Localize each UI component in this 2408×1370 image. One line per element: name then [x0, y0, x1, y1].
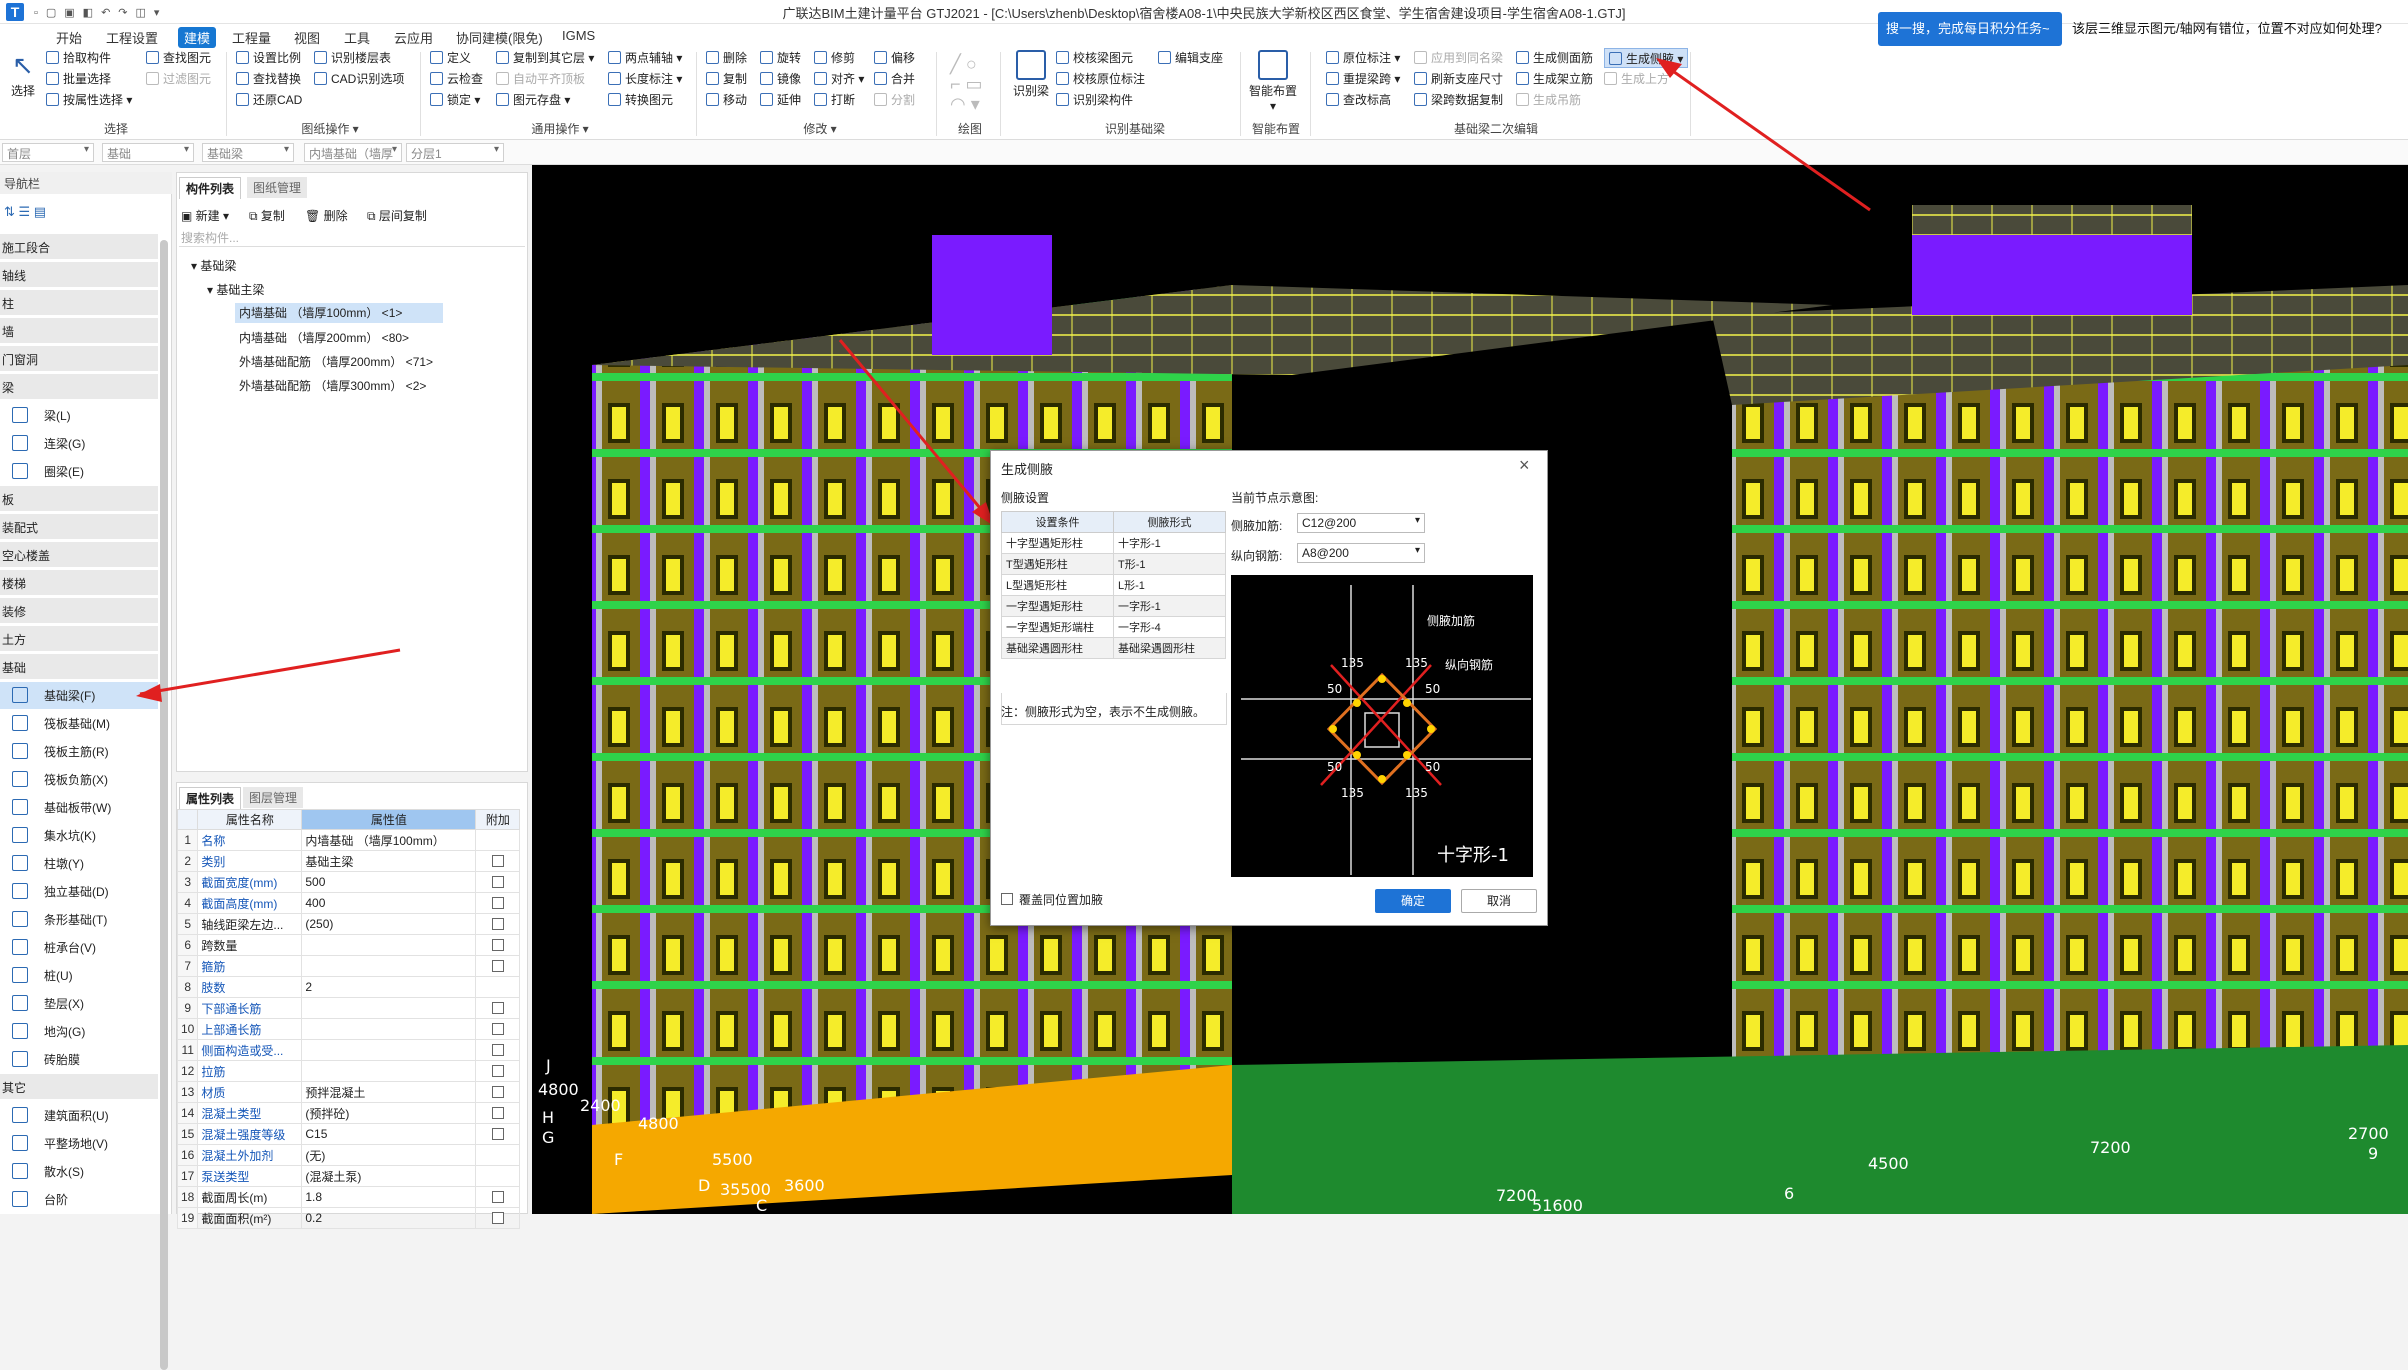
- diagram-label: 50: [1327, 682, 1342, 696]
- col-condition: 设置条件: [1001, 511, 1114, 533]
- diagram-label: 纵向钢筋: [1445, 657, 1493, 672]
- preview-label: 当前节点示意图:: [1231, 491, 1319, 505]
- col-haunch-form: 侧腋形式: [1113, 511, 1226, 533]
- overwrite-checkbox[interactable]: [1001, 893, 1013, 905]
- table-row[interactable]: 一字型遇矩形端柱 一字形-4: [1001, 616, 1226, 638]
- cancel-button[interactable]: 取消: [1461, 889, 1537, 913]
- note-text: 注：侧腋形式为空，表示不生成侧腋。: [1001, 705, 1206, 719]
- rebar2-label: 纵向钢筋:: [1231, 549, 1283, 563]
- diagram-label: 135: [1341, 786, 1364, 800]
- diagram-label: 50: [1425, 760, 1440, 774]
- diagram-label: 侧腋加筋: [1427, 613, 1475, 628]
- haunch-rebar-select[interactable]: C12@200: [1297, 513, 1425, 533]
- table-row[interactable]: T型遇矩形柱 T形-1: [1001, 553, 1226, 575]
- dialog-title: 生成侧腋: [1001, 462, 1054, 477]
- ok-button[interactable]: 确定: [1375, 889, 1451, 913]
- rebar1-label: 侧腋加筋:: [1231, 519, 1283, 533]
- table-row[interactable]: 十字型遇矩形柱 十字形-1: [1001, 532, 1226, 554]
- overwrite-label: 覆盖同位置加腋: [1019, 893, 1104, 907]
- generate-haunch-dialog: 生成侧腋 × 侧腋设置 设置条件 侧腋形式 十字型遇矩形柱 十字形-1 T型遇矩形柱…: [990, 450, 1548, 926]
- section-label: 侧腋设置: [1001, 491, 1050, 505]
- close-icon[interactable]: ×: [1519, 455, 1530, 476]
- diagram-label: 135: [1405, 656, 1428, 670]
- diagram-label: 135: [1405, 786, 1428, 800]
- longitudinal-rebar-select[interactable]: A8@200: [1297, 543, 1425, 563]
- table-row[interactable]: 一字型遇矩形柱 一字形-1: [1001, 595, 1226, 617]
- table-row[interactable]: L型遇矩形柱 L形-1: [1001, 574, 1226, 596]
- haunch-settings-table: 设置条件 侧腋形式 十字型遇矩形柱 十字形-1 T型遇矩形柱 T形-1 L型遇矩形柱 L形…: [1001, 511, 1226, 659]
- diagram-label: 50: [1425, 682, 1440, 696]
- table-row[interactable]: 基础梁遇圆形柱 基础梁遇圆形柱: [1001, 637, 1226, 659]
- diagram-label: 135: [1341, 656, 1364, 670]
- diagram-title: 十字形-1: [1437, 845, 1509, 866]
- node-diagram: 侧腋加筋 纵向钢筋 135 135 135 135 50 50 50 50 十字…: [1231, 575, 1533, 877]
- diagram-label: 50: [1327, 760, 1342, 774]
